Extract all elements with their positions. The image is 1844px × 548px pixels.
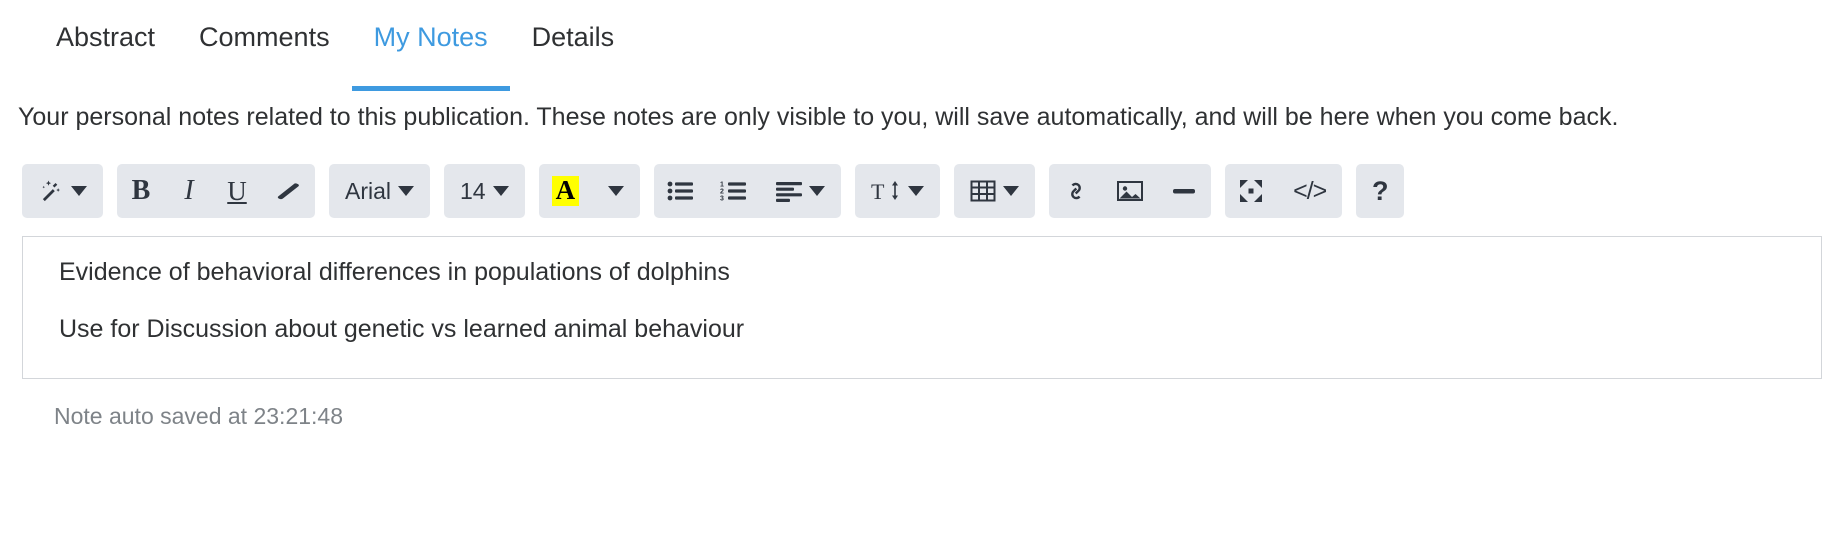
text-color-button[interactable]: A bbox=[539, 164, 593, 218]
tab-details-label: Details bbox=[531, 22, 615, 52]
bullet-list-icon bbox=[667, 180, 694, 202]
toolbar-group-font-family: Arial bbox=[329, 164, 431, 218]
tab-bar: Abstract Comments My Notes Details bbox=[0, 0, 1844, 91]
font-size-button[interactable]: 14 bbox=[444, 164, 525, 218]
insert-link-button[interactable] bbox=[1049, 164, 1103, 218]
toolbar-group-insert bbox=[1049, 164, 1212, 218]
toolbar-group-help: ? bbox=[1356, 164, 1405, 218]
toolbar-group-style bbox=[22, 164, 103, 218]
numbered-list-button[interactable]: 1 2 3 bbox=[707, 164, 760, 218]
font-family-value: Arial bbox=[345, 177, 392, 204]
toolbar-group-table bbox=[954, 164, 1036, 218]
magic-wand-icon bbox=[38, 178, 64, 204]
toolbar-group-view: </> bbox=[1225, 164, 1343, 218]
magic-wand-button[interactable] bbox=[22, 164, 103, 218]
font-size-value: 14 bbox=[460, 177, 486, 204]
numbered-list-icon: 1 2 3 bbox=[720, 180, 747, 202]
autosave-status: Note auto saved at 23:21:48 bbox=[54, 403, 343, 429]
editor-toolbar: B I U Arial 14 A 1 2 3 T </> ? bbox=[0, 164, 1844, 218]
svg-text:1: 1 bbox=[720, 182, 724, 189]
horizontal-rule-icon bbox=[1170, 179, 1198, 203]
horizontal-rule-button[interactable] bbox=[1157, 164, 1211, 218]
text-color-icon: A bbox=[551, 176, 580, 206]
svg-text:2: 2 bbox=[720, 189, 724, 196]
tab-comments[interactable]: Comments bbox=[177, 14, 352, 51]
toolbar-group-line-height: T bbox=[855, 164, 941, 218]
underline-icon: U bbox=[227, 175, 247, 206]
clear-format-button[interactable] bbox=[261, 164, 315, 218]
note-line: Evidence of behavioral differences in po… bbox=[59, 258, 730, 286]
toolbar-group-format: B I U bbox=[117, 164, 315, 218]
fullscreen-button[interactable] bbox=[1225, 164, 1277, 218]
bold-icon: B bbox=[131, 175, 151, 206]
tab-abstract[interactable]: Abstract bbox=[34, 14, 177, 51]
font-family-button[interactable]: Arial bbox=[329, 164, 430, 218]
chevron-down-icon bbox=[71, 186, 87, 196]
align-button[interactable] bbox=[760, 164, 841, 218]
tab-my-notes-label: My Notes bbox=[373, 22, 488, 52]
chevron-down-icon bbox=[398, 186, 415, 196]
align-left-icon bbox=[776, 180, 803, 202]
italic-button[interactable]: I bbox=[165, 164, 213, 218]
svg-text:3: 3 bbox=[720, 196, 724, 203]
toolbar-group-text-color: A bbox=[538, 164, 641, 218]
note-line: Use for Discussion about genetic vs lear… bbox=[59, 315, 745, 344]
image-icon bbox=[1116, 179, 1144, 203]
code-view-icon: </> bbox=[1293, 176, 1327, 205]
tab-abstract-label: Abstract bbox=[56, 22, 156, 52]
notes-description: Your personal notes related to this publ… bbox=[18, 103, 1619, 131]
table-button[interactable] bbox=[954, 164, 1035, 218]
help-button[interactable]: ? bbox=[1356, 164, 1404, 218]
tab-comments-label: Comments bbox=[199, 22, 330, 52]
underline-button[interactable]: U bbox=[213, 164, 261, 218]
text-color-dropdown-button[interactable] bbox=[592, 164, 640, 218]
bold-button[interactable]: B bbox=[117, 164, 165, 218]
code-view-button[interactable]: </> bbox=[1277, 164, 1342, 218]
table-icon bbox=[970, 179, 996, 203]
chevron-down-icon bbox=[608, 186, 625, 196]
tab-details[interactable]: Details bbox=[510, 14, 637, 51]
chevron-down-icon bbox=[809, 186, 826, 196]
link-icon bbox=[1062, 178, 1090, 204]
chevron-down-icon bbox=[492, 186, 509, 196]
line-height-button[interactable]: T bbox=[855, 164, 940, 218]
insert-image-button[interactable] bbox=[1103, 164, 1157, 218]
toolbar-group-lists: 1 2 3 bbox=[654, 164, 842, 218]
note-editor[interactable]: Evidence of behavioral differences in po… bbox=[22, 236, 1822, 379]
chevron-down-icon bbox=[908, 186, 925, 196]
bullet-list-button[interactable] bbox=[654, 164, 707, 218]
svg-text:T: T bbox=[871, 179, 885, 204]
toolbar-group-font-size: 14 bbox=[444, 164, 525, 218]
chevron-down-icon bbox=[1003, 186, 1020, 196]
line-height-icon: T bbox=[871, 178, 901, 204]
tab-my-notes[interactable]: My Notes bbox=[351, 14, 510, 91]
italic-icon: I bbox=[184, 175, 194, 206]
fullscreen-icon bbox=[1238, 178, 1264, 204]
help-icon: ? bbox=[1372, 175, 1389, 206]
eraser-icon bbox=[274, 179, 302, 203]
